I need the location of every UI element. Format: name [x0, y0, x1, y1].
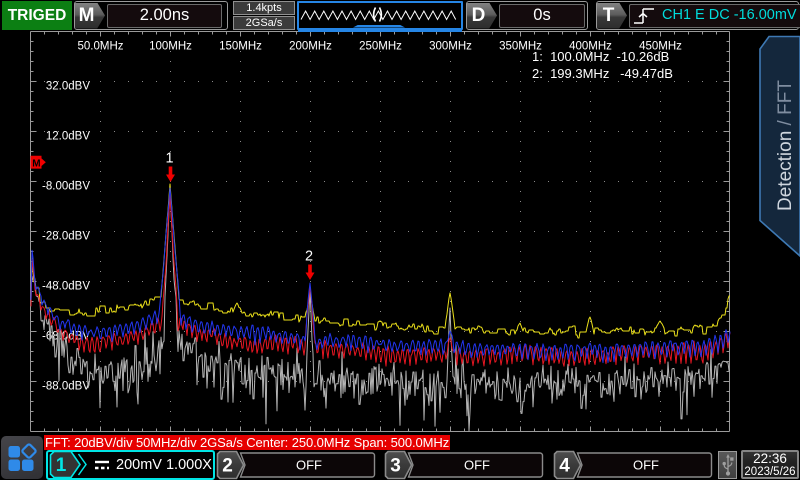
svg-text:OFF: OFF: [464, 457, 490, 472]
svg-text:1: 1: [56, 455, 67, 476]
svg-text:1: 1: [165, 151, 173, 167]
svg-text:-88.0dBV: -88.0dBV: [42, 381, 90, 393]
svg-text:200MHz: 200MHz: [289, 41, 332, 53]
svg-text:-48.0dBV: -48.0dBV: [42, 281, 90, 293]
svg-text:2: 199.3MHz -49.47dB: 2: 199.3MHz -49.47dB: [532, 66, 673, 81]
svg-text:2: 2: [305, 249, 313, 265]
svg-text:3: 3: [390, 455, 401, 476]
svg-text:2: 2: [222, 455, 233, 476]
svg-text:OFF: OFF: [296, 457, 322, 472]
svg-text:100MHz: 100MHz: [149, 41, 192, 53]
svg-text:50.0MHz: 50.0MHz: [77, 41, 123, 53]
svg-text:4: 4: [559, 455, 570, 476]
svg-text:150MHz: 150MHz: [219, 41, 262, 53]
svg-text:-28.0dBV: -28.0dBV: [42, 231, 90, 243]
svg-text:1: 100.0MHz -10.26dB: 1: 100.0MHz -10.26dB: [532, 49, 669, 64]
svg-text:OFF: OFF: [633, 457, 659, 472]
svg-text:-8.00dBV: -8.00dBV: [42, 181, 90, 193]
svg-text:M: M: [32, 159, 40, 170]
svg-text:250MHz: 250MHz: [359, 41, 402, 53]
svg-text:300MHz: 300MHz: [429, 41, 472, 53]
svg-text:12.0dBV: 12.0dBV: [46, 131, 90, 143]
svg-text:32.0dBV: 32.0dBV: [46, 81, 90, 93]
svg-text:Detection / FFT: Detection / FFT: [775, 80, 796, 211]
